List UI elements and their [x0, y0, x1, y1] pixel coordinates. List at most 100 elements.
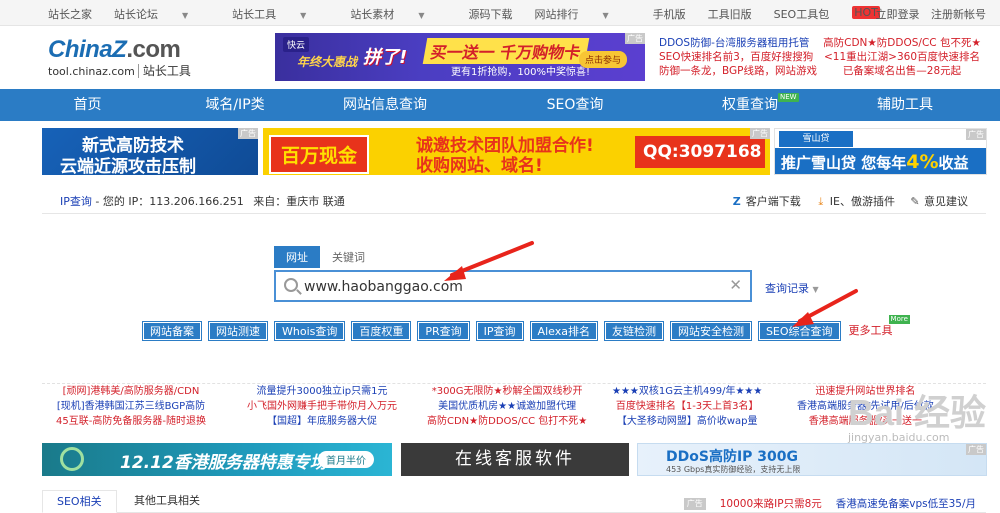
text-ad-link[interactable]: 流量提升3000独立ip只需1元	[247, 384, 397, 399]
top-link-seo-pack-label: SEO工具包	[773, 8, 830, 21]
top-bar: 站长之家 站长论坛 ▼ 站长工具 ▼ 站长素材 ▼ 源码下载 网站排行 ▼ 手机版 工具…	[0, 0, 1000, 26]
banner-cta: 点击参与	[578, 51, 627, 68]
tab-seo-related[interactable]: SEO相关	[42, 490, 117, 513]
tool-button-seo[interactable]: SEO综合查询	[757, 321, 841, 341]
tool-button-speed[interactable]: 网站测速	[208, 321, 268, 341]
ad-text: 收益	[938, 154, 969, 172]
header-banner-ad[interactable]: 快云 年终大惠战 拼了! 买一送一 千万购物卡 更有1折抢购，100%中奖惊喜!…	[275, 33, 645, 81]
logo-name: 站长工具	[137, 64, 191, 78]
ad-label: 广告	[238, 128, 258, 139]
close-icon[interactable]: ✕	[729, 276, 742, 294]
plugin-link[interactable]: ⤓ IE、傲游插件	[815, 193, 895, 209]
feedback-label: 意见建议	[924, 195, 968, 208]
text-ad-link[interactable]: 小飞国外网赚手把手带你月入万元	[247, 399, 397, 414]
baidu-watermark: Bai 经验 jingyan.baidu.com	[847, 392, 986, 445]
tool-button-icp[interactable]: 网站备案	[142, 321, 202, 341]
text-ad-link[interactable]: 10000来路IP只需8元	[720, 496, 822, 511]
logo-brand-text: ChinaZ	[48, 36, 127, 63]
text-ad-link[interactable]: ★★★双核1G云主机499/年★★★	[612, 384, 762, 399]
text-ad-link[interactable]: *300G无限防★秒解全国双线秒开	[427, 384, 587, 399]
text-ad-link[interactable]: 【国超】年底服务器大促	[247, 414, 397, 429]
top-link-tools[interactable]: 站长工具 ▼	[232, 6, 328, 22]
top-link-materials[interactable]: 站长素材 ▼	[350, 6, 446, 22]
ad-xueshandai[interactable]: 雪山贷 推广雪山贷 您每年4%收益 广告	[774, 128, 987, 175]
chinaz-z-icon: Z	[732, 195, 741, 208]
ad-online-service[interactable]: 在线客服软件	[401, 443, 629, 476]
logo-sub: tool.chinaz.com 站长工具	[48, 62, 208, 79]
nav-item-domain-ip[interactable]: 域名/IP类	[175, 89, 295, 121]
tab-other-tools[interactable]: 其他工具相关	[120, 490, 214, 513]
client-download-link[interactable]: Z 客户端下载	[731, 193, 801, 209]
search-input[interactable]	[304, 276, 724, 298]
ad-ddos-ip[interactable]: DDoS高防IP 300G 453 Gbps真实防御经验，支持无上限 广告	[637, 443, 987, 476]
top-link-ranking-label: 网站排行	[534, 8, 579, 21]
tool-button-baidu-weight[interactable]: 百度权重	[351, 321, 412, 341]
text-ad-column: [顽网]港韩美/高防服务器/CDN [现机]香港韩国江苏三线BGP高防 45互联…	[56, 384, 206, 429]
text-ad-link[interactable]: 百度快速排名【1-3天上首3名】	[612, 399, 762, 414]
ad-ddos-defense[interactable]: 新式高防技术 云端近源攻击压制 广告	[42, 128, 258, 175]
nav-item-site-info[interactable]: 网站信息查询	[295, 89, 475, 121]
ad-recruit[interactable]: 百万现金 诚邀技术团队加盟合作! 收购网站、域名! QQ:3097168 广告	[263, 128, 770, 175]
login-link[interactable]: 立即登录	[876, 8, 920, 21]
text-ad-link[interactable]: 【大圣移动网盟】高价收wap量	[612, 414, 762, 429]
text-ad-link[interactable]: 防御一条龙，BGP线路，网站游戏	[659, 64, 829, 78]
text-ad-link[interactable]: 高防CDN★防DDOS/CC 包不死★	[823, 36, 981, 50]
text-ad-link[interactable]: [现机]香港韩国江苏三线BGP高防	[56, 399, 206, 414]
text-ad-link[interactable]: <11重出江湖>360百度快速排名	[823, 50, 981, 64]
tool-button-whois[interactable]: Whois查询	[274, 321, 346, 341]
tool-button-ip[interactable]: IP查询	[475, 321, 524, 341]
ad-text: 收购网站、域名!	[416, 156, 543, 175]
top-link-old-version[interactable]: 工具旧版	[708, 6, 752, 22]
logo-url: tool.chinaz.com	[48, 65, 135, 78]
top-link-forum[interactable]: 站长论坛 ▼	[114, 6, 210, 22]
text-ad-link[interactable]: SEO快速排名前3，百度好搜搜狗	[659, 50, 829, 64]
nav-item-utilities[interactable]: 辅助工具	[825, 89, 985, 121]
ad-hk-server[interactable]: 12.12香港服务器特惠专场 首月半价	[42, 443, 392, 476]
plugin-label: IE、傲游插件	[829, 195, 895, 208]
nav-item-weight[interactable]: 权重查询 NEW	[675, 89, 825, 121]
chevron-down-icon: ▼	[300, 11, 307, 20]
bottom-tabs: SEO相关 其他工具相关 广告 10000来路IP只需8元 香港高速免备案vps…	[42, 490, 986, 513]
tool-button-pr[interactable]: PR查询	[417, 321, 470, 341]
logo-circle-icon	[60, 447, 84, 471]
more-tools-link[interactable]: 更多工具 More	[848, 315, 910, 341]
infobar-links: Z 客户端下载 ⤓ IE、傲游插件 ✎ 意见建议	[731, 193, 968, 209]
tool-buttons: 网站备案 网站测速 Whois查询 百度权重 PR查询 IP查询 Alexa排名…	[142, 315, 910, 341]
site-logo[interactable]: ChinaZ.com tool.chinaz.com 站长工具	[48, 36, 208, 80]
text-ad-link[interactable]: 高防CDN★防DDOS/CC 包打不死★	[427, 414, 587, 429]
ip-info-bar: IP查询 - 您的 IP：113.206.166.251 来自：重庆市 联通 Z…	[42, 185, 986, 214]
register-link[interactable]: 注册新帐号	[931, 8, 986, 21]
text-ad-link[interactable]: DDOS防御-台湾服务器租用托管	[659, 36, 829, 50]
banner-t4: 更有1折抢购，100%中奖惊喜!	[451, 67, 590, 78]
chevron-down-icon: ▼	[418, 11, 425, 20]
top-link-source[interactable]: 源码下载	[468, 6, 512, 22]
nav-item-home[interactable]: 首页	[0, 89, 175, 121]
feedback-link[interactable]: ✎ 意见建议	[909, 193, 968, 209]
text-ad-link[interactable]: 已备案域名出售—28元起	[823, 64, 981, 78]
top-link-chinaz[interactable]: 站长之家	[48, 6, 92, 22]
ad-text: DDoS高防IP 300G	[666, 449, 799, 465]
tab-keyword[interactable]: 关键词	[320, 246, 377, 268]
tab-url[interactable]: 网址	[274, 246, 320, 268]
new-badge: NEW	[778, 93, 799, 102]
query-history[interactable]: 查询记录 ▼	[765, 280, 819, 296]
text-ad-link[interactable]: 香港高速免备案vps低至35/月	[836, 496, 976, 511]
bottom-text-ads: 广告 10000来路IP只需8元 香港高速免备案vps低至35/月	[683, 496, 976, 511]
header-text-ad-2: 高防CDN★防DDOS/CC 包不死★ <11重出江湖>360百度快速排名 已备…	[823, 36, 981, 78]
tool-button-security[interactable]: 网站安全检测	[669, 321, 752, 341]
top-link-ranking[interactable]: 网站排行 ▼	[534, 6, 630, 22]
tool-button-alexa[interactable]: Alexa排名	[529, 321, 598, 341]
nav-item-seo[interactable]: SEO查询	[475, 89, 675, 121]
more-tools-label: 更多工具	[848, 324, 893, 337]
tool-button-friend-links[interactable]: 友链检测	[603, 321, 664, 341]
text-ad-link[interactable]: 美国优质机房★★诚邀加盟代理	[427, 399, 587, 414]
ip-query-link[interactable]: IP查询	[60, 195, 92, 208]
header-text-ad-1: DDOS防御-台湾服务器租用托管 SEO快速排名前3，百度好搜搜狗 防御一条龙，…	[659, 36, 829, 78]
text-ad-link[interactable]: [顽网]港韩美/高防服务器/CDN	[56, 384, 206, 399]
top-link-tools-label: 站长工具	[232, 8, 277, 21]
ad-label: 广告	[966, 444, 986, 455]
top-link-mobile[interactable]: 手机版	[653, 6, 686, 22]
ad-text: 百万现金	[269, 135, 370, 174]
watermark-brand: Bai 经验	[847, 392, 986, 433]
text-ad-link[interactable]: 45互联-高防免备服务器-随时退换	[56, 414, 206, 429]
